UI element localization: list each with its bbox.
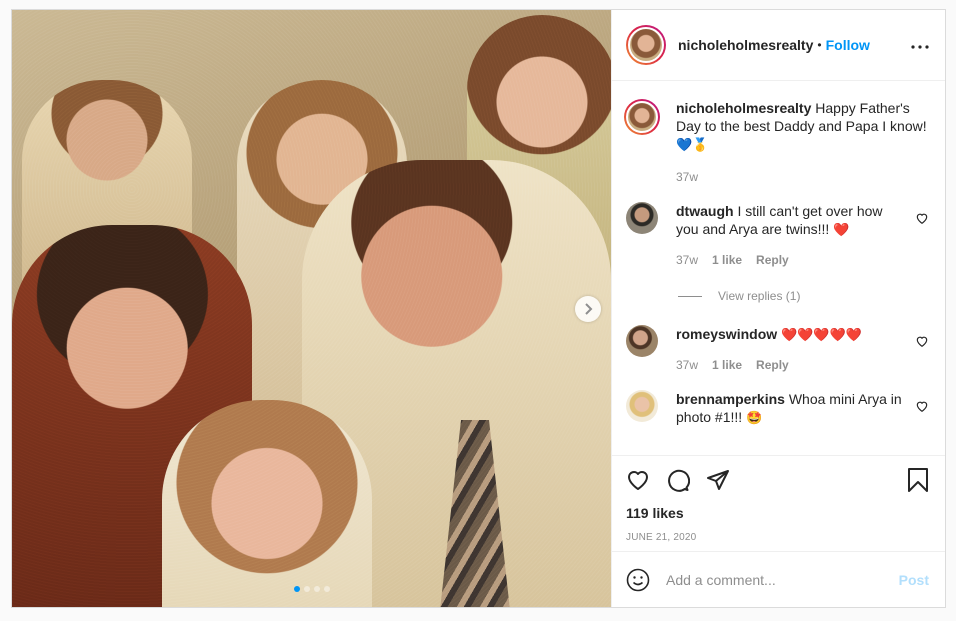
- share-paper-plane-icon[interactable]: [706, 468, 730, 492]
- header-dot-separator: •: [817, 38, 822, 52]
- comment-emoji: 🤩: [746, 410, 763, 425]
- chevron-right-icon: [585, 303, 593, 315]
- carousel-dot: [303, 586, 310, 592]
- comment-likes[interactable]: 1 like: [712, 356, 742, 374]
- caption-time[interactable]: 37w: [676, 168, 698, 186]
- comment-avatar[interactable]: [626, 390, 658, 422]
- comments-section: nicholeholmesrealty Happy Father's Day t…: [612, 81, 945, 455]
- header-username[interactable]: nicholeholmesrealty: [678, 37, 813, 53]
- follow-button[interactable]: Follow: [826, 37, 870, 53]
- comment-time[interactable]: 37w: [676, 356, 698, 374]
- like-comment-heart-icon[interactable]: [915, 334, 929, 348]
- instagram-post: nicholeholmesrealty • Follow nicholeholm…: [11, 9, 946, 608]
- comment-emoji: ❤️: [833, 222, 850, 237]
- comment-time[interactable]: 37w: [676, 251, 698, 269]
- more-options-icon: [911, 45, 929, 49]
- comment-avatar[interactable]: [626, 202, 658, 234]
- save-bookmark-icon[interactable]: [907, 468, 929, 492]
- carousel-dot: [313, 586, 320, 592]
- like-comment-heart-icon[interactable]: [915, 211, 929, 225]
- comment-item: brennamperkins Whoa mini Arya in photo #…: [626, 390, 929, 427]
- caption-avatar[interactable]: [624, 99, 660, 135]
- replies-divider: [678, 295, 702, 297]
- comment-username[interactable]: dtwaugh: [676, 203, 734, 219]
- likes-count[interactable]: 119 likes: [626, 505, 929, 521]
- comment-bubble-icon[interactable]: [666, 468, 690, 492]
- carousel-dot: [323, 586, 330, 592]
- reply-button[interactable]: Reply: [756, 251, 789, 269]
- emoji-smiley-icon[interactable]: [626, 568, 650, 592]
- like-comment-heart-icon[interactable]: [915, 399, 929, 413]
- profile-avatar[interactable]: [626, 25, 666, 65]
- carousel-indicator: [12, 586, 611, 592]
- post-actions: 119 likes JUNE 21, 2020: [612, 455, 945, 551]
- comment-item: romeyswindow ❤️❤️❤️❤️❤️ 37w 1 like Reply: [626, 325, 929, 374]
- avatar-image: [626, 101, 658, 133]
- reply-button[interactable]: Reply: [756, 356, 789, 374]
- post-comment-button[interactable]: Post: [899, 572, 929, 588]
- post-sidebar: nicholeholmesrealty • Follow nicholeholm…: [611, 10, 945, 607]
- carousel-dot: [293, 586, 300, 592]
- comment-emoji: ❤️❤️❤️❤️❤️: [781, 327, 862, 342]
- comment-item: dtwaugh I still can't get over how you a…: [626, 202, 929, 269]
- comment-likes[interactable]: 1 like: [712, 251, 742, 269]
- view-replies-label: View replies (1): [718, 289, 801, 303]
- avatar-image: [628, 27, 664, 63]
- post-header: nicholeholmesrealty • Follow: [612, 10, 945, 81]
- more-options-button[interactable]: [911, 36, 929, 54]
- caption-emoji: 💙🥇: [676, 137, 709, 152]
- add-comment-bar: Add a comment... Post: [612, 551, 945, 607]
- post-photo[interactable]: [12, 10, 611, 607]
- post-date[interactable]: JUNE 21, 2020: [626, 532, 929, 543]
- like-heart-icon[interactable]: [626, 468, 650, 492]
- comment-input[interactable]: Add a comment...: [666, 572, 899, 588]
- comment-username[interactable]: brennamperkins: [676, 391, 785, 407]
- comment-username[interactable]: romeyswindow: [676, 326, 777, 342]
- view-replies-button[interactable]: View replies (1): [678, 289, 929, 303]
- photo-grain: [12, 10, 611, 607]
- comment-avatar[interactable]: [626, 325, 658, 357]
- caption-username[interactable]: nicholeholmesrealty: [676, 100, 811, 116]
- caption: nicholeholmesrealty Happy Father's Day t…: [624, 99, 929, 186]
- carousel-next-button[interactable]: [575, 296, 601, 322]
